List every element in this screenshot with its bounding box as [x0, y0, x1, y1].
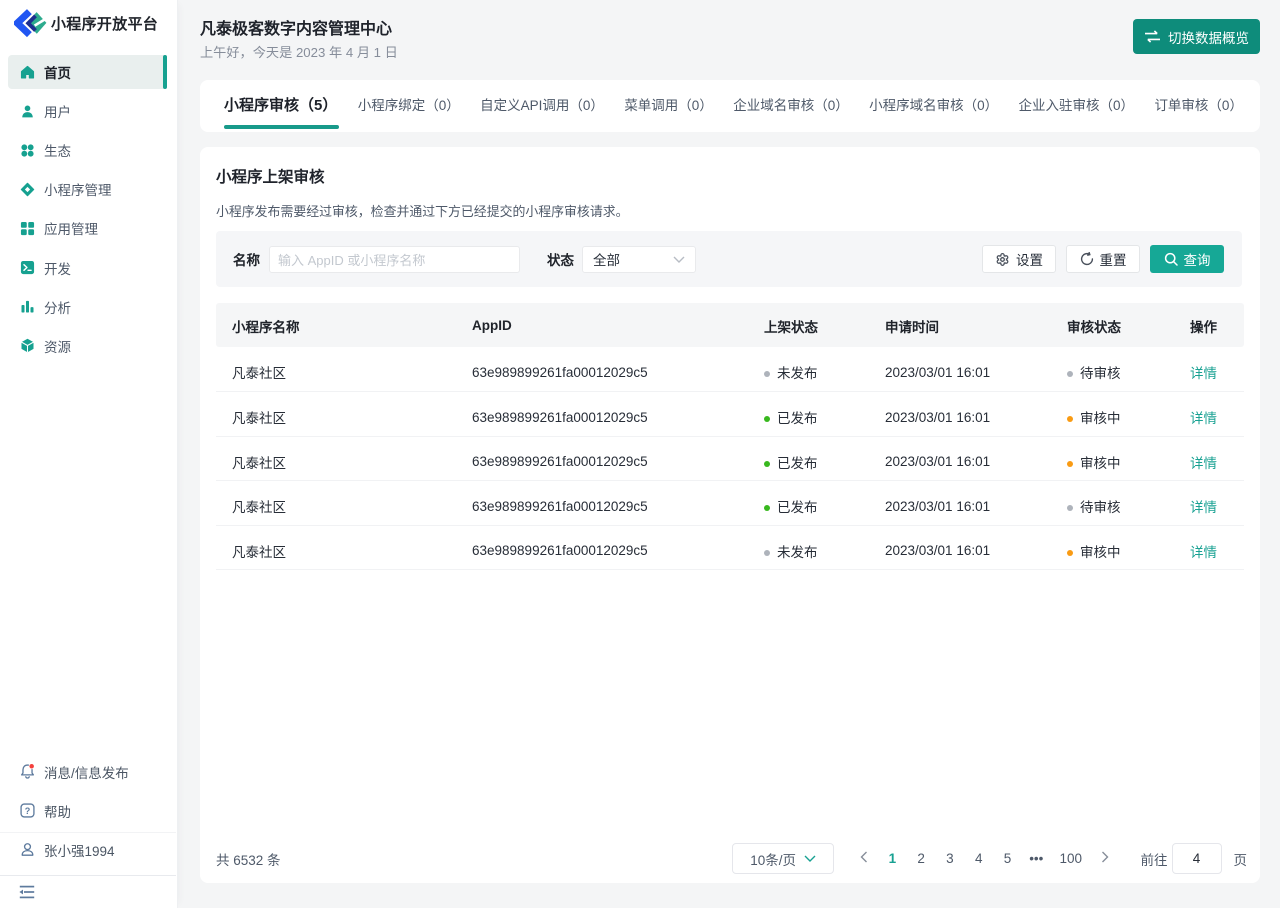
svg-text:?: ? — [25, 806, 31, 816]
